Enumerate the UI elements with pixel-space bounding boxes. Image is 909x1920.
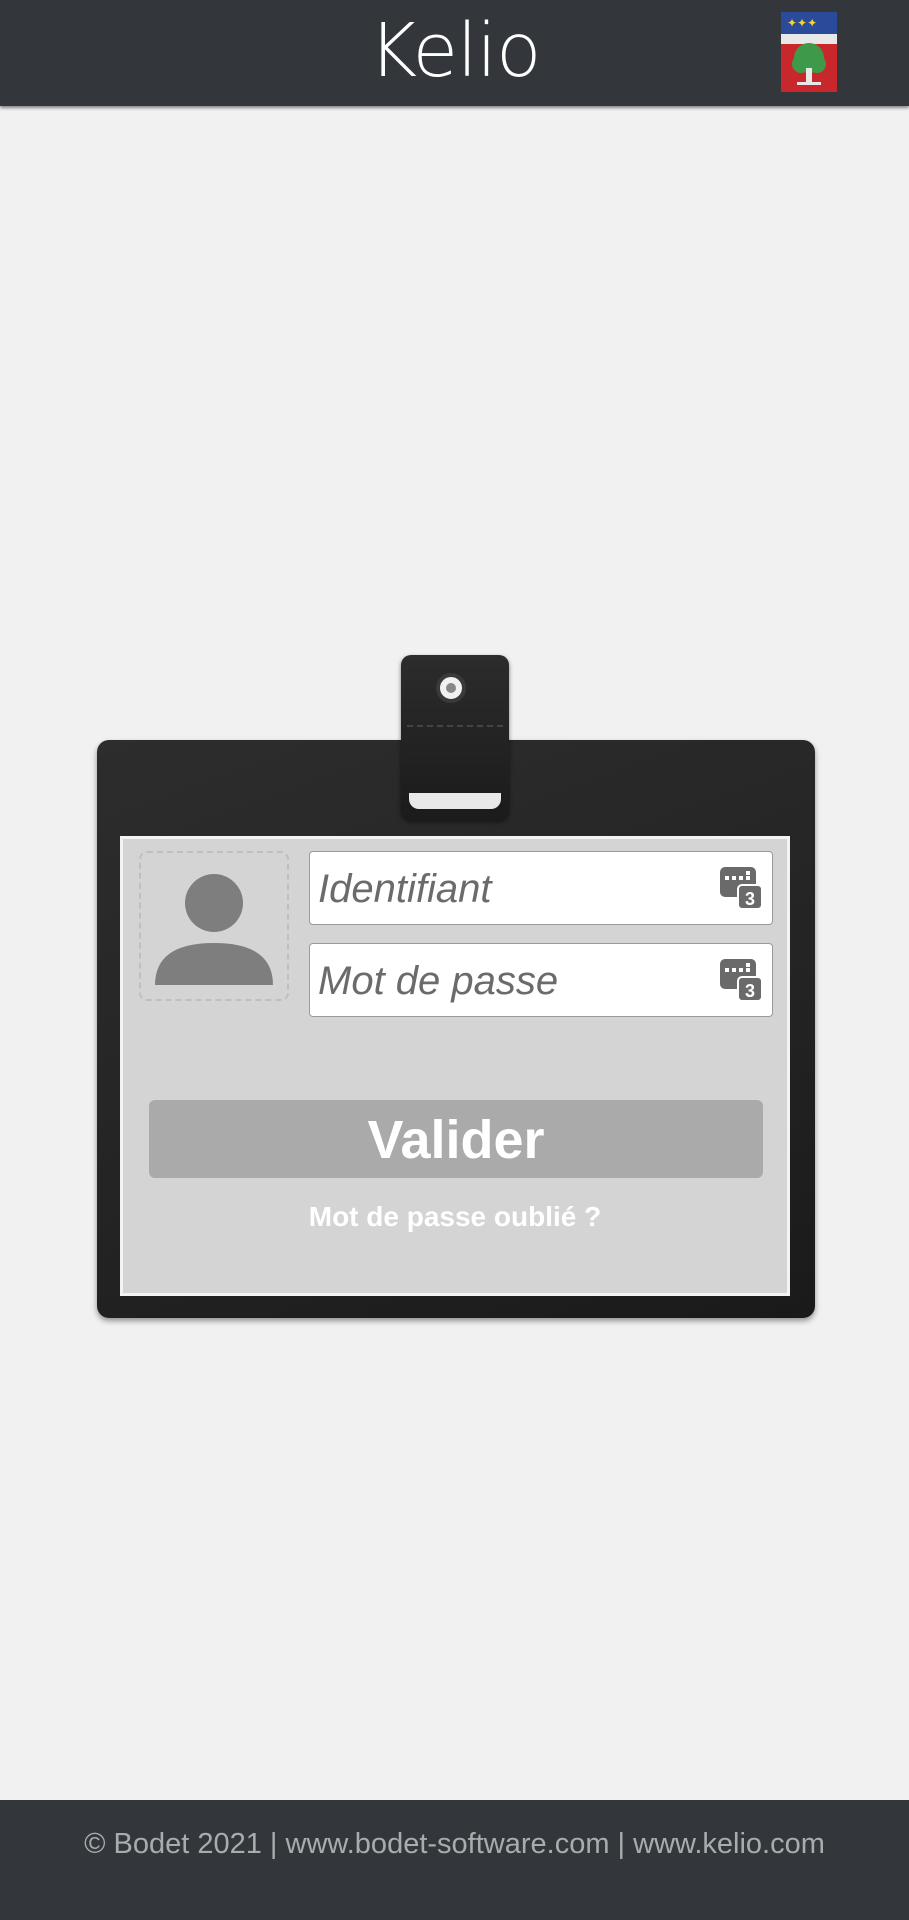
forgot-password-link[interactable]: Mot de passe oublié ?	[123, 1201, 787, 1233]
clip-stitching	[407, 725, 503, 727]
badge-clip	[401, 655, 509, 820]
virtual-keypad-icon[interactable]: 3	[720, 865, 762, 911]
virtual-keypad-icon[interactable]: 3	[720, 957, 762, 1003]
footer: © Bodet 2021 | www.bodet-software.com | …	[0, 1800, 909, 1920]
identifier-field[interactable]: 3	[309, 851, 773, 926]
city-crest-icon: ✦✦✦	[781, 12, 837, 92]
password-field[interactable]: 3	[309, 943, 773, 1018]
kelio-logo: Kelio	[368, 8, 542, 94]
clip-ring	[436, 673, 466, 703]
svg-text:✦✦✦: ✦✦✦	[787, 16, 817, 30]
clip-slot	[409, 793, 501, 809]
avatar-placeholder	[139, 851, 289, 1001]
user-silhouette-icon	[155, 874, 273, 985]
svg-text:3: 3	[745, 889, 755, 909]
svg-text:3: 3	[745, 981, 755, 1001]
login-card: 3 3 Valider Mot de passe oublié ?	[120, 836, 790, 1296]
footer-copyright: © Bodet 2021 | www.bodet-software.com | …	[84, 1828, 825, 1860]
login-badge: 3 3 Valider Mot de passe oublié ?	[97, 740, 815, 1318]
password-input[interactable]	[316, 944, 710, 1018]
validate-button[interactable]: Valider	[149, 1100, 763, 1178]
identifier-input[interactable]	[316, 852, 710, 926]
top-header: Kelio ✦✦✦	[0, 0, 909, 106]
